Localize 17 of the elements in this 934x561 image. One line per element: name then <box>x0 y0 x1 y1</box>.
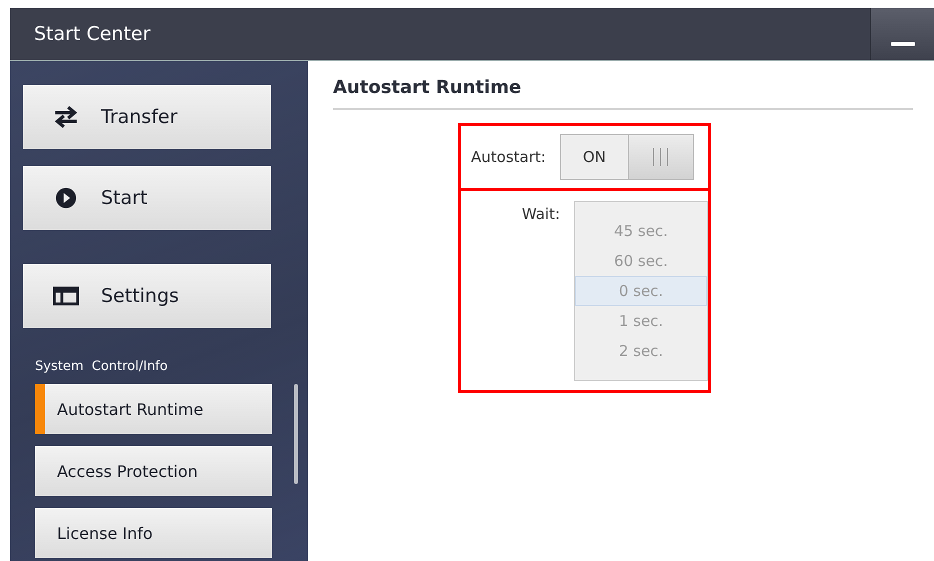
minimize-button[interactable] <box>870 8 934 60</box>
section-heading: Autostart Runtime <box>333 77 913 110</box>
toggle-switch[interactable]: ON <box>560 134 694 180</box>
scrollbar[interactable] <box>294 384 298 484</box>
sidebar-item[interactable]: Access Protection <box>35 446 272 496</box>
window-panel-icon <box>53 285 79 307</box>
field-label: Autostart: <box>471 148 546 166</box>
sidebar-item[interactable]: Autostart Runtime <box>35 384 272 434</box>
sidebar-item[interactable]: License Info <box>35 508 272 558</box>
sidebar-action-button[interactable]: Transfer <box>23 85 271 149</box>
swap-arrows-icon <box>53 106 79 128</box>
sidebar-action-button[interactable]: Settings <box>23 264 271 328</box>
play-circle-icon <box>53 187 79 209</box>
field-label: Wait: <box>520 204 560 225</box>
sidebar-action-button[interactable]: Start <box>23 166 271 230</box>
section-label: System Control/Info <box>35 359 169 374</box>
window-title: Start Center <box>33 23 150 45</box>
